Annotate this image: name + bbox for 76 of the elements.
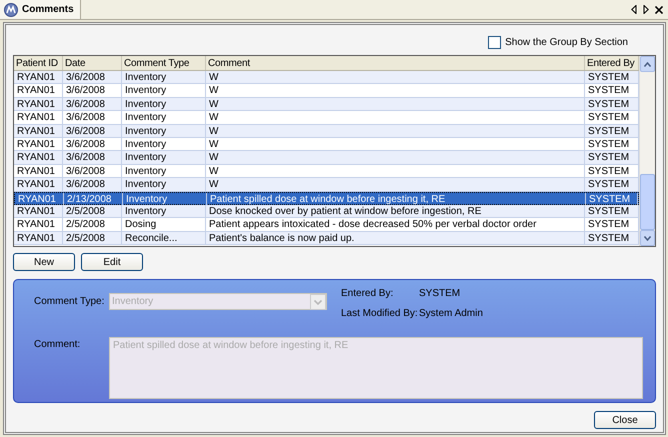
table-row[interactable]: RYAN01 3/6/2008 Inventory W SYSTEM bbox=[14, 124, 639, 138]
field-label: Comment: bbox=[34, 338, 82, 352]
table-cell: RYAN01 bbox=[14, 232, 63, 245]
table-cell: W bbox=[206, 98, 585, 111]
table-cell: RYAN01 bbox=[14, 218, 63, 232]
table-cell: 3/6/2008 bbox=[63, 84, 122, 98]
checkbox-label: Show the Group By Section bbox=[505, 36, 628, 48]
field-label: Last Modified By: bbox=[341, 308, 419, 319]
table-cell: 3/6/2008 bbox=[63, 71, 122, 84]
scroll-left-icon[interactable] bbox=[631, 5, 637, 14]
table-cell: W bbox=[206, 151, 585, 164]
field-label: Comment Type: bbox=[34, 295, 106, 307]
caret-up-icon bbox=[644, 62, 651, 66]
table-row[interactable]: RYAN01 3/6/2008 Inventory W SYSTEM bbox=[14, 71, 639, 84]
entered-by-value: SYSTEM bbox=[419, 288, 460, 299]
table-cell: W bbox=[206, 71, 585, 84]
app-logo-icon bbox=[4, 2, 18, 16]
caret-down-icon bbox=[644, 236, 651, 240]
action-button[interactable]: Edit bbox=[81, 253, 143, 271]
table-cell: 3/6/2008 bbox=[63, 98, 122, 111]
table-cell: RYAN01 bbox=[14, 204, 63, 218]
table-cell: Dosing bbox=[122, 218, 206, 232]
scroll-up-button[interactable] bbox=[640, 56, 655, 72]
table-cell: 3/6/2008 bbox=[63, 124, 122, 138]
table-cell: Dose knocked over by patient at window before ingestion, RE bbox=[206, 204, 585, 218]
field-label: Entered By: bbox=[341, 288, 394, 299]
table-cell: Inventory bbox=[122, 204, 206, 218]
table-cell: RYAN01 bbox=[14, 151, 63, 164]
table-cell: RYAN01 bbox=[14, 178, 63, 192]
table-cell: RYAN01 bbox=[14, 111, 63, 124]
scroll-down-button[interactable] bbox=[640, 230, 655, 246]
scroll-thumb[interactable] bbox=[640, 174, 655, 230]
table-cell: 3/6/2008 bbox=[63, 151, 122, 164]
table-row[interactable]: RYAN01 2/5/2008 Reconcile... Patient's balance is now paid up. SYSTEM bbox=[14, 232, 639, 246]
table-row[interactable]: RYAN01 3/6/2008 Inventory W SYSTEM bbox=[14, 178, 639, 192]
table-row[interactable]: RYAN01 2/5/2008 Inventory Dose knocked over by patient at window before ingestion, RE SYSTEM bbox=[14, 204, 639, 218]
table-cell: W bbox=[206, 178, 585, 192]
table-cell: 3/6/2008 bbox=[63, 111, 122, 124]
table-cell: 3/6/2008 bbox=[63, 178, 122, 192]
comments-tab[interactable]: Comments bbox=[0, 0, 81, 19]
column-header[interactable]: Date bbox=[63, 56, 122, 70]
table-cell: RYAN01 bbox=[14, 98, 63, 111]
table-cell: Reconcile... bbox=[122, 232, 206, 245]
close-icon[interactable] bbox=[655, 6, 663, 14]
close-button[interactable]: Close bbox=[594, 411, 656, 429]
table-cell: Inventory bbox=[122, 151, 206, 164]
table-cell: W bbox=[206, 124, 585, 138]
table-cell: Patient appears intoxicated - dose decreased 50% per verbal doctor order bbox=[206, 218, 585, 232]
table-cell: Inventory bbox=[122, 111, 206, 124]
table-cell: Inventory bbox=[122, 98, 206, 111]
table-cell: 2/5/2008 bbox=[63, 218, 122, 232]
last-modified-by-value: System Admin bbox=[419, 308, 483, 319]
table-cell: Inventory bbox=[122, 71, 206, 84]
table-cell: 2/5/2008 bbox=[63, 204, 122, 218]
table-row[interactable]: RYAN01 3/6/2008 Inventory W SYSTEM bbox=[14, 151, 639, 165]
table-cell: Inventory bbox=[122, 178, 206, 192]
table-row[interactable]: RYAN01 2/13/2008 Inventory Patient spilled dose at window before ingesting it, RE SYSTEM bbox=[14, 192, 639, 205]
table-cell: RYAN01 bbox=[14, 84, 63, 98]
table-cell: 2/5/2008 bbox=[63, 232, 122, 245]
tab-title: Comments bbox=[22, 4, 74, 15]
table-row[interactable]: RYAN01 3/6/2008 Inventory W SYSTEM bbox=[14, 98, 639, 112]
action-button[interactable]: New bbox=[13, 253, 75, 271]
table-cell: W bbox=[206, 111, 585, 124]
checkbox[interactable] bbox=[488, 36, 502, 48]
table-cell: Inventory bbox=[122, 84, 206, 98]
group-by-checkbox[interactable]: Show the Group By Section bbox=[488, 33, 628, 51]
column-header[interactable]: Comment bbox=[206, 56, 585, 70]
scroll-right-icon[interactable] bbox=[643, 5, 649, 14]
table-cell: Patient's balance is now paid up. bbox=[206, 232, 585, 245]
column-header[interactable]: Comment Type bbox=[122, 56, 206, 70]
table-cell: Inventory bbox=[122, 124, 206, 138]
scrollbar[interactable] bbox=[639, 56, 655, 246]
table-cell: RYAN01 bbox=[14, 124, 63, 138]
table-cell: W bbox=[206, 84, 585, 98]
column-header[interactable]: Patient ID bbox=[14, 56, 63, 70]
table-cell: RYAN01 bbox=[14, 71, 63, 84]
